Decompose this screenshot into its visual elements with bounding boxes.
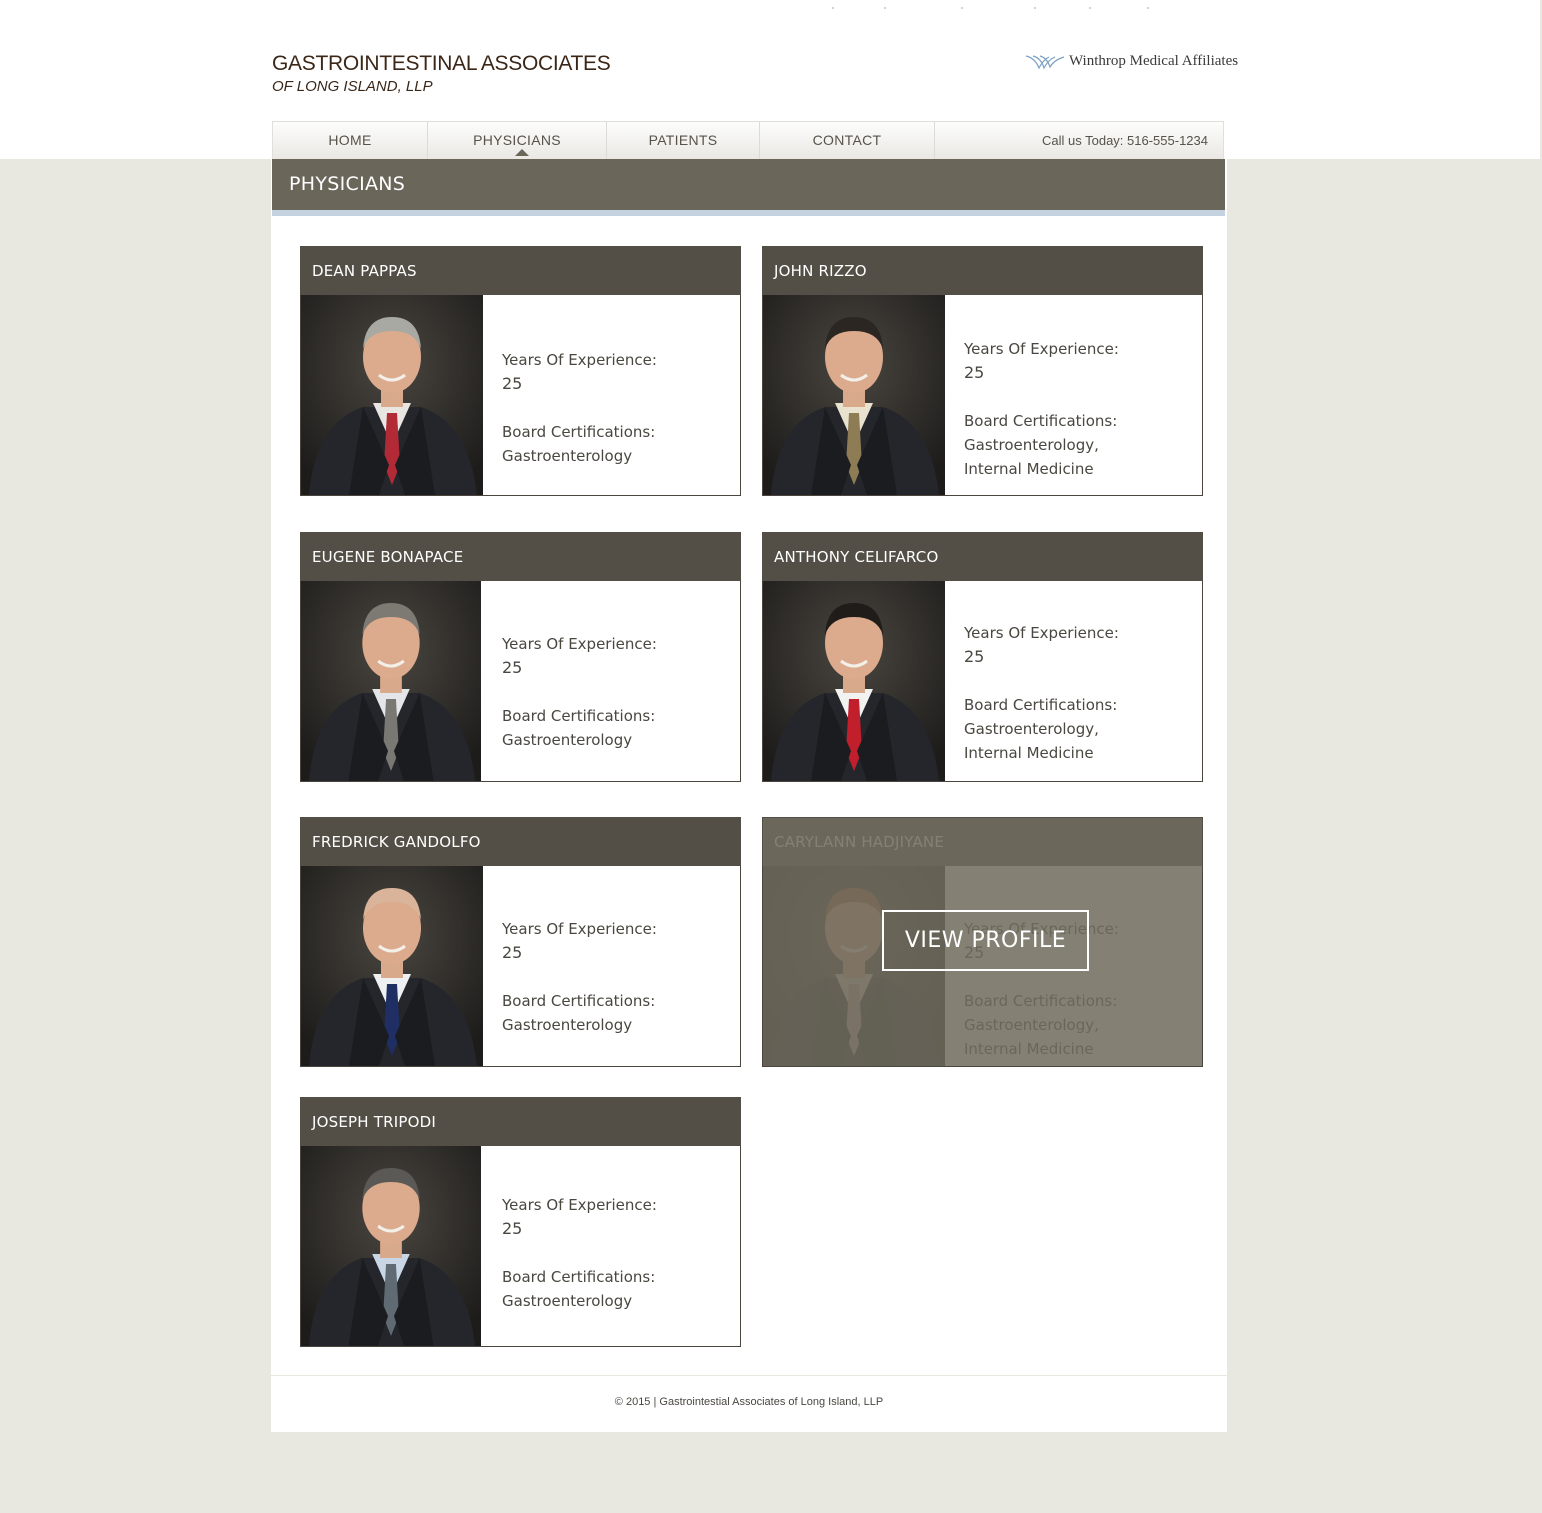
certifications-label: Board Certifications: (502, 423, 656, 441)
physician-details: Years Of Experience: 25 Board Certificat… (502, 917, 657, 1037)
physician-name[interactable]: ANTHONY CELIFARCO (774, 548, 938, 566)
physician-details: Years Of Experience: 25 Board Certificat… (964, 621, 1119, 765)
physician-photo[interactable] (301, 1146, 481, 1346)
wings-icon (1025, 54, 1065, 70)
physician-name[interactable]: JOSEPH TRIPODI (312, 1113, 436, 1131)
page-heading-bar: PHYSICIANS (272, 159, 1225, 210)
experience-value: 25 (964, 363, 985, 382)
card-header: JOHN RIZZO (762, 246, 1203, 295)
experience-label: Years Of Experience: (964, 340, 1119, 358)
page-title: PHYSICIANS (289, 173, 406, 195)
active-nav-indicator (515, 149, 529, 156)
experience-label: Years Of Experience: (502, 920, 657, 938)
heading-accent-strip (272, 210, 1225, 216)
certification-value: Gastroenterology, (964, 436, 1099, 454)
logo-line1: GASTROINTESTINAL ASSOCIATES (272, 52, 611, 75)
physician-card[interactable]: CARYLANN HADJIYANE (762, 817, 1203, 1067)
physician-photo[interactable] (763, 581, 945, 781)
physician-name[interactable]: FREDRICK GANDOLFO (312, 833, 481, 851)
physician-details: Years Of Experience: 25 Board Certificat… (502, 348, 657, 468)
card-header: JOSEPH TRIPODI (300, 1097, 741, 1146)
physician-card[interactable]: JOSEPH TRIPODI Years Of Experience: 25 B… (300, 1097, 741, 1347)
physician-photo[interactable] (763, 295, 945, 495)
experience-label: Years Of Experience: (502, 351, 657, 369)
physician-name[interactable]: EUGENE BONAPACE (312, 548, 463, 566)
certification-value: Internal Medicine (964, 744, 1094, 762)
site-logo[interactable]: GASTROINTESTINAL ASSOCIATES OF LONG ISLA… (272, 52, 611, 98)
footer-divider (271, 1375, 1227, 1376)
physician-details: Years Of Experience: 25 Board Certificat… (502, 632, 657, 752)
top-dots-decoration (830, 7, 1160, 10)
experience-value: 25 (502, 943, 523, 962)
physician-name[interactable]: DEAN PAPPAS (312, 262, 417, 280)
physician-details: Years Of Experience: 25 Board Certificat… (502, 1193, 657, 1313)
card-header: FREDRICK GANDOLFO (300, 817, 741, 866)
footer-copyright: © 2015 | Gastrointestial Associates of L… (614, 1396, 884, 1408)
experience-label: Years Of Experience: (502, 635, 657, 653)
certifications-label: Board Certifications: (502, 992, 656, 1010)
physician-photo[interactable] (301, 295, 483, 495)
nav-patients[interactable]: PATIENTS (607, 122, 760, 159)
card-header: DEAN PAPPAS (300, 246, 741, 295)
physician-photo[interactable] (301, 581, 481, 781)
affiliate-logo[interactable]: Winthrop Medical Affiliates (1025, 53, 1238, 70)
experience-value: 25 (502, 374, 523, 393)
certifications-label: Board Certifications: (964, 696, 1118, 714)
experience-value: 25 (502, 1219, 523, 1238)
card-header: ANTHONY CELIFARCO (762, 532, 1203, 581)
physician-photo[interactable] (301, 866, 483, 1066)
view-profile-button[interactable]: VIEW PROFILE (882, 910, 1089, 971)
phone-number[interactable]: Call us Today: 516-555-1234 (1042, 122, 1208, 159)
experience-value: 25 (964, 647, 985, 666)
certification-value: Gastroenterology (502, 447, 633, 465)
certifications-label: Board Certifications: (964, 412, 1118, 430)
certifications-label: Board Certifications: (502, 707, 656, 725)
experience-value: 25 (502, 658, 523, 677)
physician-name[interactable]: JOHN RIZZO (774, 262, 867, 280)
certification-value: Internal Medicine (964, 460, 1094, 478)
physician-card[interactable]: JOHN RIZZO Years Of Experience: 25 Board… (762, 246, 1203, 496)
physician-card[interactable]: ANTHONY CELIFARCO Years Of Experience: 2… (762, 532, 1203, 782)
nav-contact[interactable]: CONTACT (760, 122, 935, 159)
main-navigation: HOME PHYSICIANS PATIENTS CONTACT Call us… (272, 121, 1224, 159)
certifications-label: Board Certifications: (502, 1268, 656, 1286)
card-header: EUGENE BONAPACE (300, 532, 741, 581)
affiliate-name: Winthrop Medical Affiliates (1069, 53, 1239, 69)
experience-label: Years Of Experience: (502, 1196, 657, 1214)
physician-card[interactable]: EUGENE BONAPACE Years Of Experience: 25 … (300, 532, 741, 782)
physician-card[interactable]: FREDRICK GANDOLFO Years Of Experience: 2… (300, 817, 741, 1067)
certification-value: Gastroenterology (502, 1292, 633, 1310)
physician-details: Years Of Experience: 25 Board Certificat… (964, 337, 1119, 481)
nav-home[interactable]: HOME (273, 122, 428, 159)
logo-line2: OF LONG ISLAND, LLP (272, 78, 433, 95)
certification-value: Gastroenterology (502, 731, 633, 749)
physician-card[interactable]: DEAN PAPPAS Years Of Experience: 25 Boar… (300, 246, 741, 496)
experience-label: Years Of Experience: (964, 624, 1119, 642)
certification-value: Gastroenterology (502, 1016, 633, 1034)
certification-value: Gastroenterology, (964, 720, 1099, 738)
